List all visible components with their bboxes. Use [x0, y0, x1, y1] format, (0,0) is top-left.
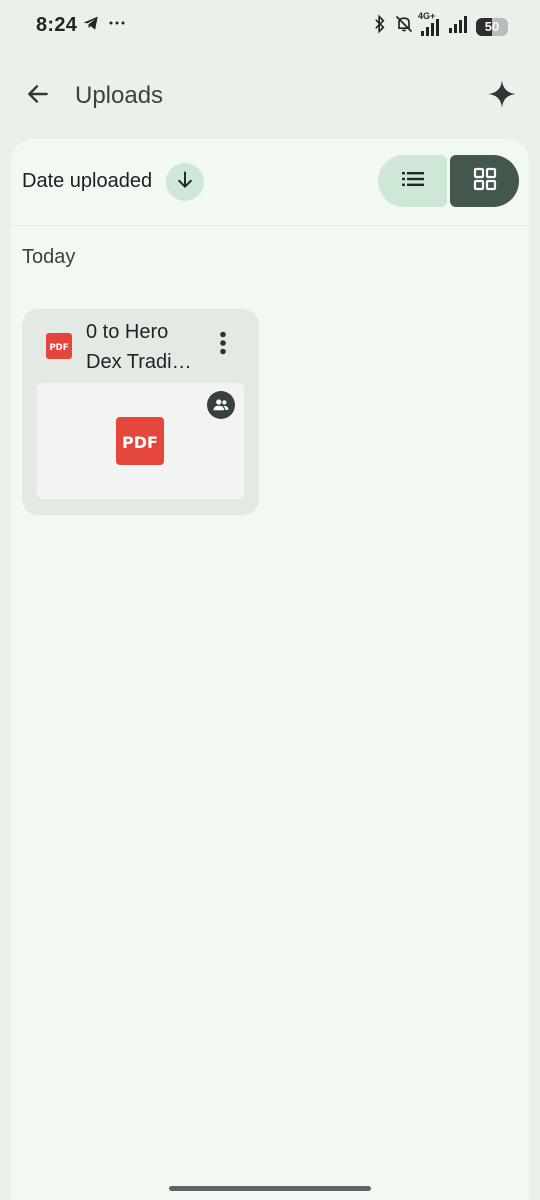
more-options-button[interactable]: [207, 329, 239, 361]
network-type-label: 4G+: [418, 10, 436, 21]
arrow-down-icon: [175, 170, 195, 195]
section-header-today: Today: [22, 246, 76, 268]
sparkle-icon: [487, 79, 517, 114]
home-indicator[interactable]: [169, 1186, 371, 1191]
pdf-icon-label: PDF: [49, 343, 68, 353]
app-bar: Uploads: [0, 60, 540, 132]
more-vert-icon: [219, 331, 227, 360]
battery-icon: 50: [476, 17, 508, 36]
sort-label[interactable]: Date uploaded: [22, 170, 152, 193]
pdf-thumbnail-icon: PDF: [116, 417, 164, 470]
grid-view-button[interactable]: [450, 155, 519, 207]
pdf-icon: PDF: [46, 333, 72, 364]
file-card[interactable]: PDF 0 to Hero Dex Tradi… PDF: [22, 309, 259, 515]
grid-icon: [473, 167, 497, 196]
sort-direction-button[interactable]: [166, 163, 204, 201]
shared-people-icon: [207, 391, 235, 419]
main-panel: Date uploaded Today PDF 0 to Hero Dex Tr…: [11, 139, 529, 1200]
signal-icon: 4G+: [418, 11, 442, 37]
arrow-back-icon: [25, 81, 51, 112]
more-notifications-icon: [108, 14, 126, 37]
page-title: Uploads: [75, 82, 164, 109]
signal-icon-2: [448, 14, 470, 39]
file-thumbnail[interactable]: PDF: [37, 383, 244, 499]
sort-row: Date uploaded: [11, 139, 529, 226]
list-icon: [401, 171, 424, 192]
list-view-button[interactable]: [378, 155, 447, 207]
back-button[interactable]: [16, 74, 60, 118]
sparkle-button[interactable]: [482, 76, 522, 116]
pdf-thumbnail-label: PDF: [122, 433, 158, 452]
file-name: 0 to Hero Dex Tradi…: [86, 317, 196, 377]
view-toggle: [378, 155, 519, 207]
file-name-line-1: 0 to Hero: [86, 321, 169, 343]
battery-level: 50: [484, 19, 500, 34]
telegram-icon: [82, 14, 100, 37]
file-name-line-2: Dex Tradi…: [86, 351, 192, 373]
status-bar: 8:24 4G+ 50: [0, 0, 540, 52]
bluetooth-icon: [372, 14, 388, 39]
status-time: 8:24: [36, 14, 78, 36]
silent-icon: [394, 14, 414, 39]
